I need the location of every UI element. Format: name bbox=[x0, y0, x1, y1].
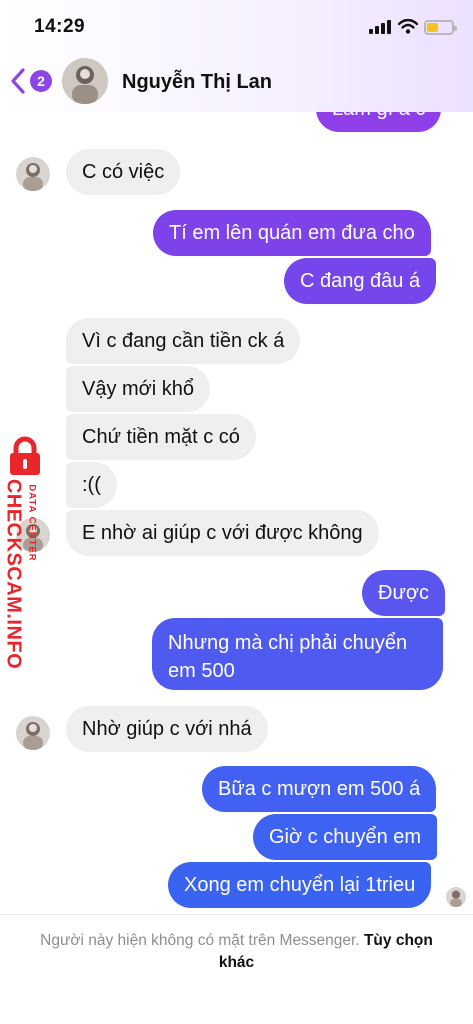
message-bubble-incoming[interactable]: :(( bbox=[66, 462, 117, 508]
back-button[interactable]: 2 bbox=[8, 66, 52, 96]
message-bubble-outgoing[interactable]: Được bbox=[362, 570, 445, 616]
unread-count-badge: 2 bbox=[30, 70, 52, 92]
unavailable-notice: Người này hiện không có mặt trên Messeng… bbox=[24, 930, 449, 974]
header-avatar[interactable] bbox=[62, 58, 108, 104]
back-chevron-icon bbox=[11, 68, 25, 94]
message-line: em 500 bbox=[168, 660, 235, 682]
message-bubble-outgoing[interactable]: Nhưng mà chị phải chuyển em 500 bbox=[152, 618, 443, 690]
contact-avatar[interactable] bbox=[16, 157, 50, 191]
message-bubble-incoming[interactable]: E nhờ ai giúp c với được không bbox=[66, 510, 379, 556]
footer-divider bbox=[0, 914, 473, 915]
message-bubble-incoming[interactable]: C có việc bbox=[66, 149, 181, 195]
watermark-logo: CHECKSCAM.INFO DATA CENTER bbox=[0, 434, 46, 670]
message-bubble-incoming[interactable]: Chứ tiền mặt c có bbox=[66, 414, 256, 460]
message-bubble-outgoing[interactable]: Xong em chuyển lại 1trieu bbox=[168, 862, 432, 908]
message-line: Nhưng mà chị phải chuyển bbox=[168, 632, 408, 654]
message-bubble-outgoing[interactable]: Bữa c mượn em 500 á bbox=[202, 766, 437, 812]
message-bubble-incoming[interactable]: Vì c đang cần tiền ck á bbox=[66, 318, 301, 364]
watermark-text: CHECKSCAM.INFO bbox=[2, 478, 25, 670]
read-receipt-avatar bbox=[446, 887, 466, 907]
status-time: 14:29 bbox=[34, 16, 86, 37]
message-bubble-outgoing[interactable]: Giờ c chuyển em bbox=[253, 814, 438, 860]
message-bubble-incoming[interactable]: Nhờ giúp c với nhá bbox=[66, 706, 268, 752]
watermark-subtext: DATA CENTER bbox=[26, 484, 38, 562]
signal-icon bbox=[369, 20, 391, 34]
conversation-header: 2 Nguyễn Thị Lan bbox=[0, 52, 473, 112]
message-bubble-outgoing[interactable]: Tí em lên quán em đưa cho bbox=[153, 210, 431, 256]
battery-icon bbox=[424, 20, 457, 35]
status-bar: 14:29 bbox=[0, 0, 473, 52]
message-bubble-incoming[interactable]: Vậy mới khổ bbox=[66, 366, 211, 412]
message-list[interactable]: Làm gì á c C có việc Tí em lên quán em đ… bbox=[0, 0, 473, 1024]
notice-text: Người này hiện không có mặt trên Messeng… bbox=[40, 932, 360, 949]
contact-avatar[interactable] bbox=[16, 716, 50, 750]
contact-name[interactable]: Nguyễn Thị Lan bbox=[122, 71, 272, 94]
message-bubble-outgoing[interactable]: C đang đâu á bbox=[284, 258, 437, 304]
lock-icon bbox=[10, 436, 40, 475]
wifi-icon bbox=[397, 18, 419, 39]
